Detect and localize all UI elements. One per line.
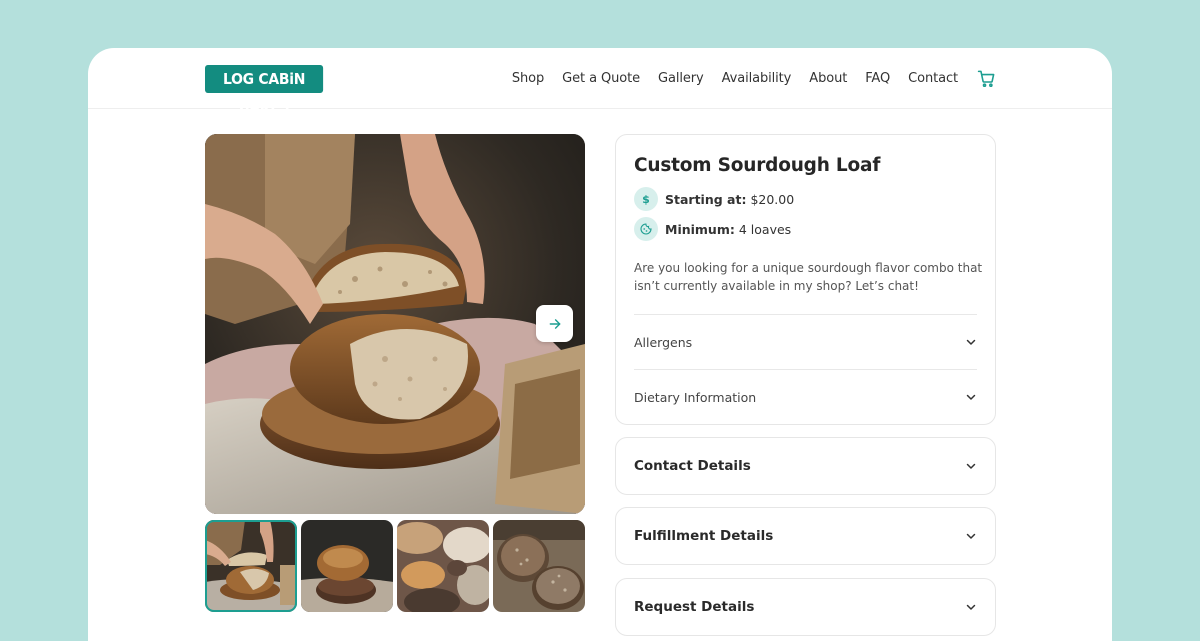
nav-contact[interactable]: Contact (908, 71, 958, 86)
thumbnail-1[interactable] (205, 520, 297, 612)
chevron-down-icon (965, 391, 977, 403)
nav-faq[interactable]: FAQ (865, 71, 890, 86)
minimum-label: Minimum: (665, 221, 735, 237)
nav-about[interactable]: About (809, 71, 847, 86)
site-logo[interactable]: LOG CABiN BAKES (205, 65, 324, 116)
thumbnail-3[interactable] (397, 520, 489, 612)
minimum-value: 4 loaves (738, 221, 792, 237)
arrow-right-icon (548, 317, 562, 331)
price-row: $ Starting at: $20.00 (634, 187, 794, 211)
chevron-down-icon (965, 460, 977, 472)
page-window: LOG CABiN BAKES Shop Get a Quote Gallery… (88, 48, 1112, 641)
minimum-row: Minimum: 4 loaves (634, 217, 791, 241)
chevron-down-icon (965, 336, 977, 348)
accordion-dietary-information[interactable]: Dietary Information (634, 369, 977, 424)
cookie-icon (634, 217, 658, 241)
chevron-down-icon (965, 530, 977, 542)
section-contact-details-title: Contact Details (634, 458, 751, 474)
section-request-details-title: Request Details (634, 599, 755, 615)
thumbnail-4[interactable] (493, 520, 585, 612)
thumbnail-2[interactable] (301, 520, 393, 612)
section-request-details[interactable]: Request Details (615, 578, 996, 636)
next-image-button[interactable] (536, 305, 573, 342)
accordion-allergens-label: Allergens (634, 334, 693, 350)
nav-gallery[interactable]: Gallery (658, 71, 704, 86)
product-title: Custom Sourdough Loaf (634, 155, 881, 176)
nav-shop[interactable]: Shop (512, 71, 544, 86)
dollar-icon: $ (634, 187, 658, 211)
main-nav: Shop Get a Quote Gallery Availability Ab… (494, 48, 996, 109)
section-fulfillment-details[interactable]: Fulfillment Details (615, 507, 996, 565)
section-contact-details[interactable]: Contact Details (615, 437, 996, 495)
cart-icon[interactable] (977, 69, 996, 88)
price-label: Starting at: (665, 191, 747, 207)
site-header: LOG CABiN BAKES Shop Get a Quote Gallery… (88, 48, 1112, 116)
nav-availability[interactable]: Availability (722, 71, 792, 86)
section-fulfillment-details-title: Fulfillment Details (634, 528, 774, 544)
product-info-card: Custom Sourdough Loaf $ Starting at: $20… (615, 134, 996, 425)
product-description: Are you looking for a unique sourdough f… (634, 261, 983, 293)
thumbnail-strip (205, 520, 585, 612)
accordion-dietary-label: Dietary Information (634, 389, 757, 405)
product-main-image (205, 134, 585, 514)
accordion-allergens[interactable]: Allergens (634, 314, 977, 369)
sourdough-photo (205, 134, 585, 514)
price-value: $20.00 (750, 191, 795, 207)
nav-get-a-quote[interactable]: Get a Quote (562, 71, 640, 86)
chevron-down-icon (965, 601, 977, 613)
